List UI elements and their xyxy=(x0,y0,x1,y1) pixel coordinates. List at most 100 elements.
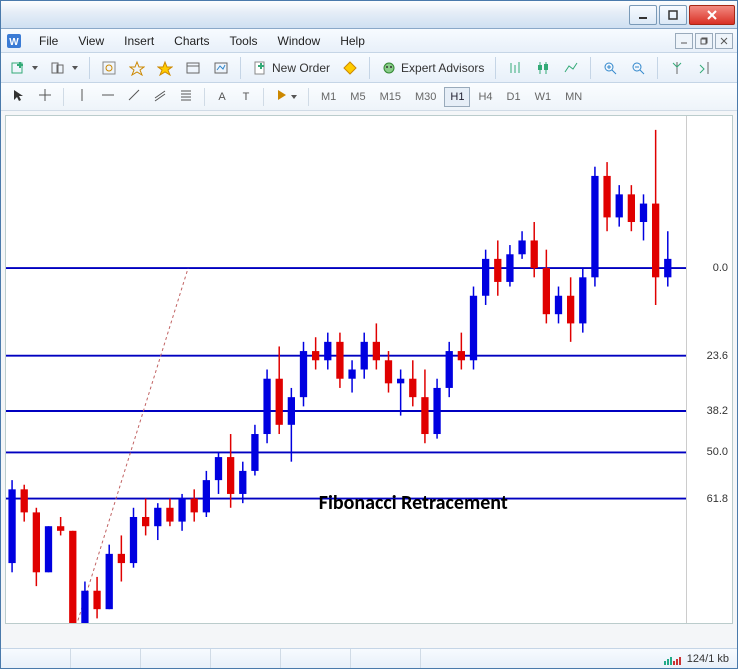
tester-icon xyxy=(213,60,229,76)
arrows-tool[interactable] xyxy=(270,86,302,108)
window-minimize-button[interactable] xyxy=(629,5,657,25)
trendline-icon xyxy=(127,88,141,105)
bar-chart-icon xyxy=(507,60,523,76)
data-window-button[interactable] xyxy=(152,56,178,80)
trendline-tool[interactable] xyxy=(122,86,146,108)
menu-help[interactable]: Help xyxy=(330,32,375,50)
diamond-icon xyxy=(342,60,358,76)
fibonacci-icon xyxy=(179,88,193,105)
line-chart-icon xyxy=(563,60,579,76)
line-chart-button[interactable] xyxy=(558,56,584,80)
menu-charts[interactable]: Charts xyxy=(164,32,219,50)
toolbar-main: New Order Expert Advisors xyxy=(1,53,737,83)
menu-insert[interactable]: Insert xyxy=(114,32,164,50)
profiles-icon xyxy=(50,60,66,76)
market-watch-button[interactable] xyxy=(96,56,122,80)
candles-svg xyxy=(6,116,686,623)
horizontal-line-tool[interactable] xyxy=(96,86,120,108)
y-axis-labels: 0.023.638.250.061.8100.0 xyxy=(686,116,732,623)
status-cell xyxy=(351,649,421,668)
horizontal-line-icon xyxy=(101,88,115,105)
status-cell xyxy=(1,649,71,668)
timeframe-m1[interactable]: M1 xyxy=(315,87,342,107)
window-maximize-button[interactable] xyxy=(659,5,687,25)
vertical-line-tool[interactable] xyxy=(70,86,94,108)
bar-chart-button[interactable] xyxy=(502,56,528,80)
meta-quotes-button[interactable] xyxy=(337,56,363,80)
annotation-text: Fibonacci Retracement xyxy=(319,491,508,515)
expert-advisors-label: Expert Advisors xyxy=(401,61,484,75)
crosshair-icon xyxy=(38,88,52,105)
status-cell xyxy=(281,649,351,668)
zoom-in-button[interactable] xyxy=(597,56,623,80)
cursor-tool[interactable] xyxy=(7,86,31,108)
timeframe-m5[interactable]: M5 xyxy=(344,87,371,107)
zoom-in-icon xyxy=(602,60,618,76)
plus-chart-icon xyxy=(10,60,26,76)
timeframe-m15[interactable]: M15 xyxy=(374,87,407,107)
terminal-button[interactable] xyxy=(180,56,206,80)
mdi-controls xyxy=(675,33,737,49)
auto-scroll-icon xyxy=(669,60,685,76)
candlestick-button[interactable] xyxy=(530,56,556,80)
fib-label: 61.8 xyxy=(707,493,728,505)
menu-tools[interactable]: Tools xyxy=(220,32,268,50)
timeframe-mn[interactable]: MN xyxy=(559,87,588,107)
mdi-restore-button[interactable] xyxy=(695,33,713,49)
window-close-button[interactable] xyxy=(689,5,735,25)
channel-icon xyxy=(153,88,167,105)
statusbar: 124/1 kb xyxy=(1,648,737,668)
profiles-button[interactable] xyxy=(45,56,83,80)
plot-area: Fibonacci Retracement xyxy=(6,116,686,623)
fib-label: 23.6 xyxy=(707,350,728,362)
crosshair-tool[interactable] xyxy=(33,86,57,108)
menubar: W File View Insert Charts Tools Window H… xyxy=(1,29,737,53)
workspace: Fibonacci Retracement 0.0 23.6 38.2 50.0 61.… xyxy=(1,111,737,648)
status-cell xyxy=(211,649,281,668)
auto-scroll-button[interactable] xyxy=(664,56,690,80)
status-cell xyxy=(141,649,211,668)
market-watch-icon xyxy=(101,60,117,76)
status-cell xyxy=(71,649,141,668)
fib-label: 38.2 xyxy=(707,405,728,417)
favorites-icon xyxy=(157,60,173,76)
price-chart[interactable]: Fibonacci Retracement 0.0 23.6 38.2 50.0 61.… xyxy=(5,115,733,624)
expert-advisors-icon xyxy=(381,60,397,76)
zoom-out-button[interactable] xyxy=(625,56,651,80)
menu-window[interactable]: Window xyxy=(268,32,331,50)
candlestick-icon xyxy=(535,60,551,76)
arrows-icon xyxy=(275,88,289,105)
connection-status[interactable]: 124/1 kb xyxy=(656,653,737,665)
timeframe-h1[interactable]: H1 xyxy=(444,87,470,107)
fibonacci-tool[interactable] xyxy=(174,86,198,108)
menu-view[interactable]: View xyxy=(68,32,114,50)
text-label-icon: T xyxy=(243,91,250,103)
timeframe-m30[interactable]: M30 xyxy=(409,87,442,107)
fib-label: 0.0 xyxy=(713,262,728,274)
strategy-tester-button[interactable] xyxy=(208,56,234,80)
timeframe-h4[interactable]: H4 xyxy=(472,87,498,107)
vertical-line-icon xyxy=(75,88,89,105)
menu-file[interactable]: File xyxy=(29,32,68,50)
signal-bars-icon xyxy=(664,653,681,665)
new-chart-button[interactable] xyxy=(5,56,43,80)
mdi-close-button[interactable] xyxy=(715,33,733,49)
new-order-label: New Order xyxy=(272,61,330,75)
zoom-out-icon xyxy=(630,60,646,76)
chart-shift-button[interactable] xyxy=(692,56,718,80)
fib-label: 50.0 xyxy=(707,446,728,458)
navigator-button[interactable] xyxy=(124,56,150,80)
text-tool[interactable]: A xyxy=(211,86,233,108)
app-window: W File View Insert Charts Tools Window H… xyxy=(0,0,738,669)
mdi-minimize-button[interactable] xyxy=(675,33,693,49)
text-icon: A xyxy=(218,91,225,103)
titlebar xyxy=(1,1,737,29)
expert-advisors-button[interactable]: Expert Advisors xyxy=(376,56,489,80)
text-label-tool[interactable]: T xyxy=(235,86,257,108)
new-order-button[interactable]: New Order xyxy=(247,56,335,80)
svg-text:W: W xyxy=(9,37,19,48)
channel-tool[interactable] xyxy=(148,86,172,108)
timeframe-d1[interactable]: D1 xyxy=(501,87,527,107)
timeframe-w1[interactable]: W1 xyxy=(529,87,558,107)
terminal-icon xyxy=(185,60,201,76)
